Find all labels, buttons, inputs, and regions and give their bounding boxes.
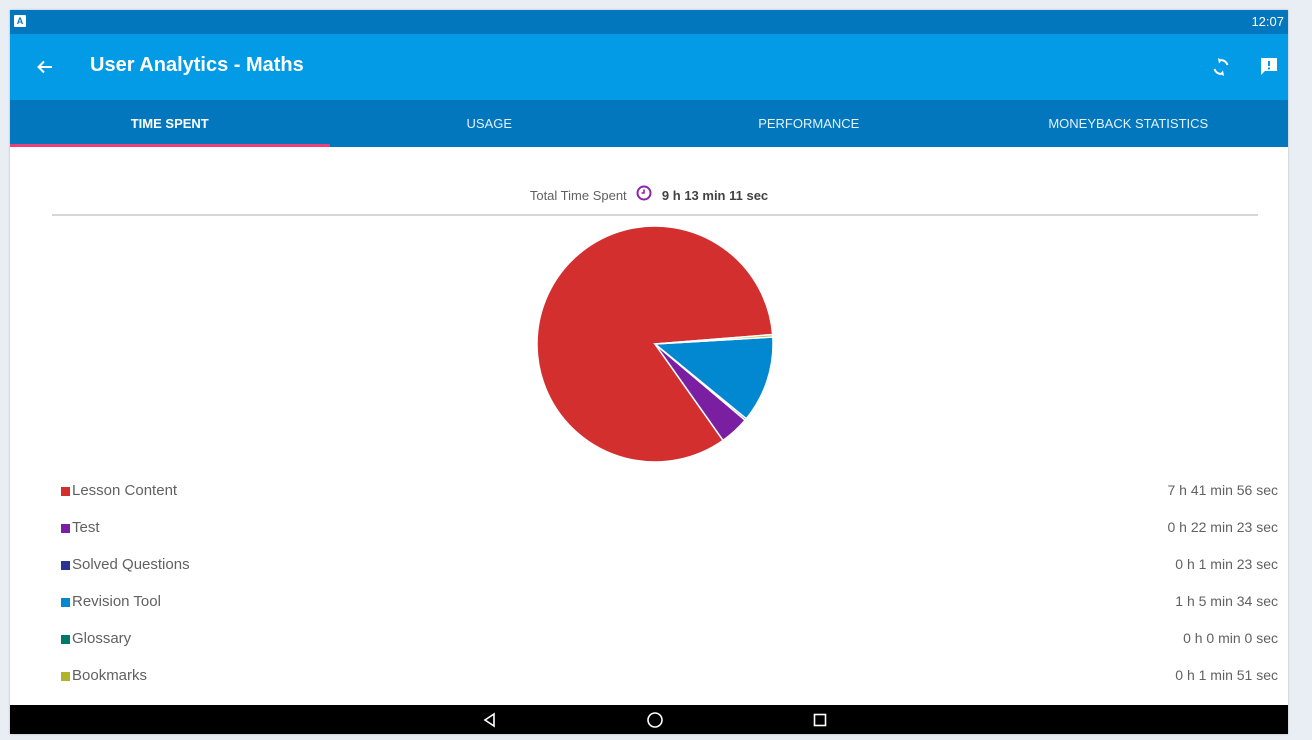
legend-swatch <box>61 561 70 570</box>
legend-swatch <box>61 598 70 607</box>
legend-value: 0 h 0 min 0 sec <box>1183 630 1278 646</box>
page-title: User Analytics - Maths <box>90 54 304 76</box>
refresh-icon[interactable] <box>1208 54 1234 80</box>
legend-label: Solved Questions <box>72 556 190 573</box>
feedback-icon[interactable] <box>1256 53 1282 79</box>
time-spent-panel: Total Time Spent 9 h 13 min 11 sec Lesso… <box>10 147 1288 705</box>
legend-swatch <box>61 524 70 533</box>
total-time-row: Total Time Spent 9 h 13 min 11 sec <box>10 185 1288 208</box>
device-screen: A 12:07 User Analytics - Maths TIME SPEN… <box>10 10 1288 734</box>
time-spent-pie-chart <box>536 225 774 463</box>
legend-item-solved-questions: Solved Questions 0 h 1 min 23 sec <box>10 555 1288 577</box>
legend-value: 1 h 5 min 34 sec <box>1175 593 1278 609</box>
app-toolbar: User Analytics - Maths <box>10 34 1288 100</box>
legend-label: Test <box>72 519 100 536</box>
divider <box>52 214 1258 216</box>
legend-item-revision-tool: Revision Tool 1 h 5 min 34 sec <box>10 592 1288 614</box>
home-circle-icon[interactable] <box>635 705 675 734</box>
legend-label: Revision Tool <box>72 593 161 610</box>
total-time-label: Total Time Spent <box>529 187 627 203</box>
legend-label: Glossary <box>72 630 132 647</box>
legend-value: 0 h 1 min 51 sec <box>1175 667 1278 683</box>
tab-usage[interactable]: USAGE <box>330 100 650 147</box>
status-time: 12:07 <box>1251 14 1284 29</box>
legend-item-test: Test 0 h 22 min 23 sec <box>10 518 1288 540</box>
tab-bar: TIME SPENT USAGE PERFORMANCE MONEYBACK S… <box>10 100 1288 147</box>
system-nav-bar <box>10 705 1288 734</box>
legend-item-bookmarks: Bookmarks 0 h 1 min 51 sec <box>10 666 1288 688</box>
recents-square-icon[interactable] <box>800 705 840 734</box>
legend-value: 0 h 22 min 23 sec <box>1167 519 1278 535</box>
legend-item-lesson-content: Lesson Content 7 h 41 min 56 sec <box>10 481 1288 503</box>
total-time-value: 9 h 13 min 11 sec <box>661 187 769 203</box>
legend-value: 0 h 1 min 23 sec <box>1175 556 1278 572</box>
legend-value: 7 h 41 min 56 sec <box>1167 482 1278 498</box>
status-bar: A 12:07 <box>10 10 1288 34</box>
legend-item-glossary: Glossary 0 h 0 min 0 sec <box>10 629 1288 651</box>
clock-icon <box>636 185 652 206</box>
legend-label: Lesson Content <box>72 482 178 499</box>
legend-swatch <box>61 672 70 681</box>
legend-swatch <box>61 487 70 496</box>
tab-moneyback-statistics[interactable]: MONEYBACK STATISTICS <box>969 100 1289 147</box>
tab-time-spent[interactable]: TIME SPENT <box>10 100 330 147</box>
legend-swatch <box>61 635 70 644</box>
back-triangle-icon[interactable] <box>470 705 510 734</box>
legend-label: Bookmarks <box>72 667 148 684</box>
tab-performance[interactable]: PERFORMANCE <box>649 100 969 147</box>
app-notification-icon: A <box>14 15 26 27</box>
back-arrow-icon[interactable] <box>32 54 58 80</box>
